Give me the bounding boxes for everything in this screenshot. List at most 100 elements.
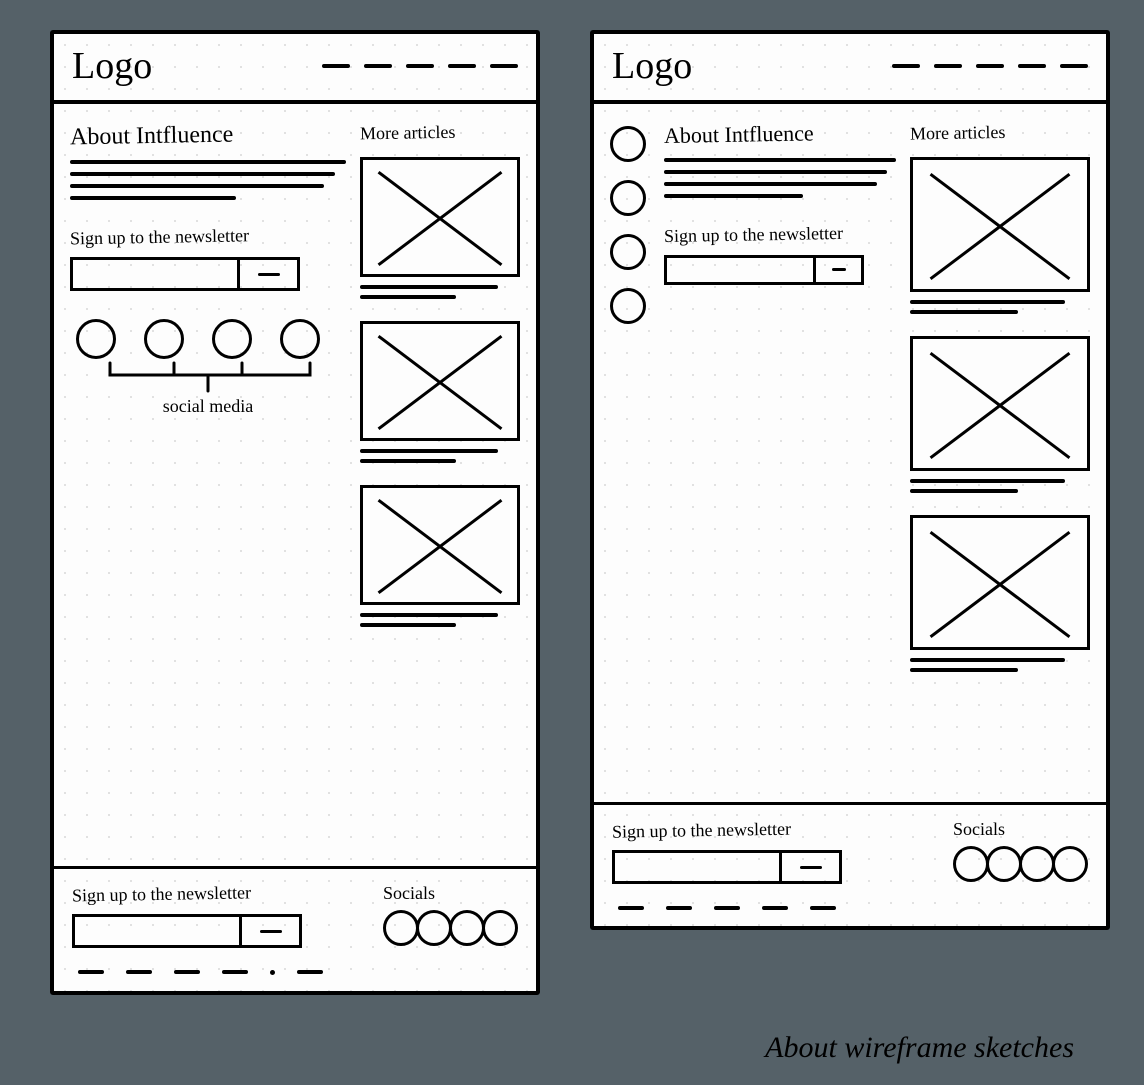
- content-area: About Intfluence Sign up to the newslett…: [594, 104, 1106, 805]
- header: Logo: [54, 34, 536, 104]
- content-area: About Intfluence Sign up to the newslett…: [54, 104, 536, 869]
- footer-newsletter-input[interactable]: [75, 917, 239, 945]
- footer-links: [612, 906, 1088, 910]
- article-card[interactable]: [360, 157, 520, 299]
- footer-newsletter-submit-button[interactable]: [779, 853, 839, 881]
- nav-menu[interactable]: [322, 64, 518, 68]
- social-icon[interactable]: [986, 846, 1022, 882]
- footer-link[interactable]: [174, 970, 200, 974]
- share-column: [610, 122, 650, 792]
- article-card[interactable]: [910, 515, 1090, 672]
- newsletter-label: Sign up to the newsletter: [664, 222, 896, 247]
- article-title-placeholder: [910, 658, 1090, 672]
- footer: Sign up to the newsletter Socials: [594, 805, 1106, 926]
- footer-social-icons: [383, 910, 518, 946]
- footer-link[interactable]: [666, 906, 692, 910]
- nav-item[interactable]: [364, 64, 392, 68]
- nav-item[interactable]: [406, 64, 434, 68]
- footer-newsletter-form: [612, 850, 842, 884]
- image-placeholder-icon: [360, 485, 520, 605]
- image-placeholder-icon: [910, 336, 1090, 471]
- logo[interactable]: Logo: [612, 44, 692, 88]
- article-card[interactable]: [910, 157, 1090, 314]
- footer: Sign up to the newsletter Socials: [54, 869, 536, 991]
- image-placeholder-icon: [910, 515, 1090, 650]
- nav-item[interactable]: [934, 64, 962, 68]
- footer-link[interactable]: [297, 970, 323, 974]
- newsletter-submit-button[interactable]: [237, 260, 297, 288]
- sidebar-title: More articles: [360, 121, 520, 145]
- nav-menu[interactable]: [892, 64, 1088, 68]
- share-icon[interactable]: [610, 126, 646, 162]
- nav-item[interactable]: [448, 64, 476, 68]
- social-icons-row: [70, 319, 346, 359]
- footer-link[interactable]: [270, 970, 275, 975]
- wireframe-pair: Logo About Intfluence Sign up to the new…: [50, 30, 1094, 995]
- header: Logo: [594, 34, 1106, 104]
- footer-link[interactable]: [78, 970, 104, 974]
- social-icon[interactable]: [383, 910, 419, 946]
- footer-newsletter-label: Sign up to the newsletter: [612, 817, 925, 843]
- article-card[interactable]: [360, 321, 520, 463]
- social-icon[interactable]: [1052, 846, 1088, 882]
- nav-item[interactable]: [976, 64, 1004, 68]
- social-icon[interactable]: [212, 319, 252, 359]
- newsletter-submit-button[interactable]: [813, 258, 861, 282]
- annotation-label: social media: [70, 397, 346, 416]
- footer-socials-label: Socials: [383, 883, 518, 904]
- page-title: About Intfluence: [70, 120, 346, 151]
- sidebar: More articles: [360, 122, 520, 856]
- newsletter-form: [70, 257, 300, 291]
- nav-item[interactable]: [892, 64, 920, 68]
- image-placeholder-icon: [360, 157, 520, 277]
- main-column: About Intfluence Sign up to the newslett…: [70, 122, 346, 856]
- footer-link[interactable]: [618, 906, 644, 910]
- nav-item[interactable]: [490, 64, 518, 68]
- article-title-placeholder: [360, 285, 520, 299]
- social-icon[interactable]: [953, 846, 989, 882]
- sidebar-title: More articles: [910, 120, 1090, 144]
- article-title-placeholder: [910, 479, 1090, 493]
- footer-newsletter-input[interactable]: [615, 853, 779, 881]
- newsletter-input[interactable]: [667, 258, 813, 282]
- nav-item[interactable]: [1018, 64, 1046, 68]
- social-icon[interactable]: [76, 319, 116, 359]
- footer-newsletter-label: Sign up to the newsletter: [72, 881, 355, 907]
- article-title-placeholder: [910, 300, 1090, 314]
- footer-links: [72, 970, 518, 975]
- share-icon[interactable]: [610, 180, 646, 216]
- social-icon[interactable]: [449, 910, 485, 946]
- share-icon[interactable]: [610, 288, 646, 324]
- article-title-placeholder: [360, 449, 520, 463]
- footer-newsletter-form: [72, 914, 302, 948]
- footer-newsletter-submit-button[interactable]: [239, 917, 299, 945]
- figure-caption: About wireframe sketches: [50, 1031, 1094, 1065]
- nav-item[interactable]: [322, 64, 350, 68]
- nav-item[interactable]: [1060, 64, 1088, 68]
- image-placeholder-icon: [360, 321, 520, 441]
- social-icon[interactable]: [280, 319, 320, 359]
- sidebar: More articles: [910, 122, 1090, 792]
- logo[interactable]: Logo: [72, 44, 152, 88]
- footer-link[interactable]: [810, 906, 836, 910]
- newsletter-input[interactable]: [73, 260, 237, 288]
- footer-socials-label: Socials: [953, 819, 1088, 840]
- newsletter-label: Sign up to the newsletter: [70, 224, 346, 250]
- social-icon[interactable]: [482, 910, 518, 946]
- footer-link[interactable]: [762, 906, 788, 910]
- social-icon[interactable]: [1019, 846, 1055, 882]
- social-icon[interactable]: [144, 319, 184, 359]
- article-card[interactable]: [910, 336, 1090, 493]
- article-title-placeholder: [360, 613, 520, 627]
- share-icon[interactable]: [610, 234, 646, 270]
- footer-link[interactable]: [126, 970, 152, 974]
- main-column: About Intfluence Sign up to the newslett…: [664, 122, 896, 792]
- image-placeholder-icon: [910, 157, 1090, 292]
- social-icon[interactable]: [416, 910, 452, 946]
- wireframe-frame-2: Logo About Intfluence: [590, 30, 1110, 930]
- article-card[interactable]: [360, 485, 520, 627]
- footer-link[interactable]: [222, 970, 248, 974]
- footer-link[interactable]: [714, 906, 740, 910]
- annotation-connector: [70, 361, 346, 395]
- newsletter-form: [664, 255, 864, 285]
